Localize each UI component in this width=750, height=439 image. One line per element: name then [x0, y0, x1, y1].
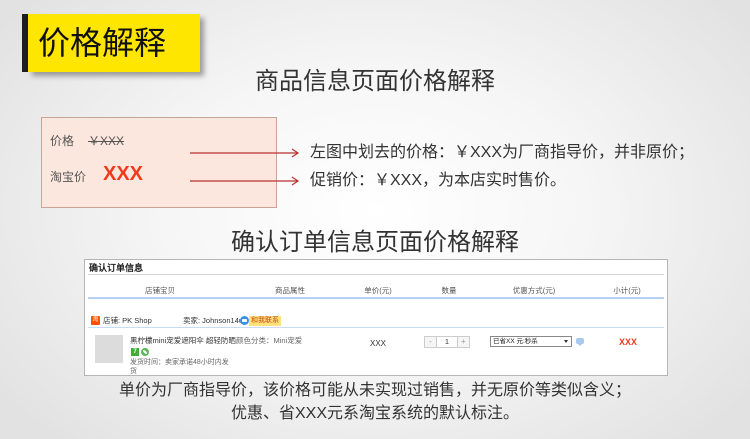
discount-select[interactable]: 已省XX 元:秒杀 — [490, 336, 572, 347]
column-header-quantity: 数量 — [441, 286, 457, 295]
promo-price-note: 促销价：￥XXX，为本店实时售价。 — [310, 172, 567, 189]
price-label: 价格 — [50, 134, 75, 148]
taobao-price-value: XXX — [103, 163, 144, 185]
banner-title: 价格解释 — [38, 25, 167, 61]
original-price-struck: ￥XXX — [88, 134, 125, 148]
original-price-note: 左图中划去的价格：￥XXX为厂商指导价，并非原价； — [310, 144, 695, 161]
shipping-time-text: 发货时间：卖家承诺48小时内发 — [130, 359, 229, 366]
contact-seller-button[interactable]: 和我联系 — [249, 316, 281, 326]
item-title-link[interactable]: 黑柠檬mini宠爱遮阳伞 超轻防晒 — [130, 336, 236, 346]
divider — [88, 274, 664, 275]
divider — [88, 327, 664, 328]
quantity-stepper: - 1 + — [424, 336, 472, 348]
chat-icon[interactable] — [240, 316, 249, 325]
column-header-attributes: 商品属性 — [275, 286, 305, 295]
unit-price: XXX — [370, 339, 387, 348]
item-attribute: 颜色分类：Mini宠爱 — [236, 336, 303, 345]
quantity-input[interactable]: 1 — [437, 336, 457, 348]
column-header-unit-price: 单价(元) — [364, 286, 392, 295]
quantity-increase-button[interactable]: + — [457, 336, 470, 348]
chevron-down-icon — [564, 340, 568, 343]
product-thumbnail[interactable] — [95, 335, 123, 363]
product-section-heading: 商品信息页面价格解释 — [255, 68, 495, 95]
pointer-arrows — [190, 148, 300, 186]
leaf-icon — [141, 348, 149, 356]
seller-name: 卖家: Johnson14u — [183, 316, 244, 325]
column-header-shop-item: 店铺宝贝 — [145, 286, 175, 295]
order-section-heading: 确认订单信息页面价格解释 — [231, 229, 519, 256]
seven-day-return-badge-icon: 7 — [131, 348, 139, 356]
quantity-decrease-button[interactable]: - — [424, 336, 437, 348]
arrow-right-icon — [190, 176, 300, 186]
shop-name-link[interactable]: 店铺: PK Shop — [103, 316, 152, 326]
order-panel-title: 确认订单信息 — [89, 263, 144, 273]
taobao-price-label: 淘宝价 — [50, 170, 87, 184]
unit-price-note: 单价为厂商指导价，该价格可能从未实现过销售，并无原价等类似含义； — [118, 382, 631, 399]
header-underline — [88, 297, 664, 299]
message-bubble-icon[interactable] — [576, 338, 584, 346]
subtotal-price: XXX — [619, 337, 638, 347]
shipping-time-text-wrap: 货 — [130, 368, 137, 375]
discount-note: 优惠、省XXX元系淘宝系统的默认标注。 — [230, 405, 520, 422]
taobao-store-icon: 淘 — [91, 316, 100, 325]
arrow-right-icon — [190, 148, 300, 158]
order-confirmation-panel: 确认订单信息 店铺宝贝 商品属性 单价(元) 数量 优惠方式(元) 小计(元) … — [84, 259, 668, 376]
banner: 价格解释 — [28, 14, 200, 72]
column-header-subtotal: 小计(元) — [613, 286, 641, 295]
discount-selected-option: 已省XX 元:秒杀 — [493, 338, 538, 345]
column-header-discount: 优惠方式(元) — [512, 286, 556, 295]
